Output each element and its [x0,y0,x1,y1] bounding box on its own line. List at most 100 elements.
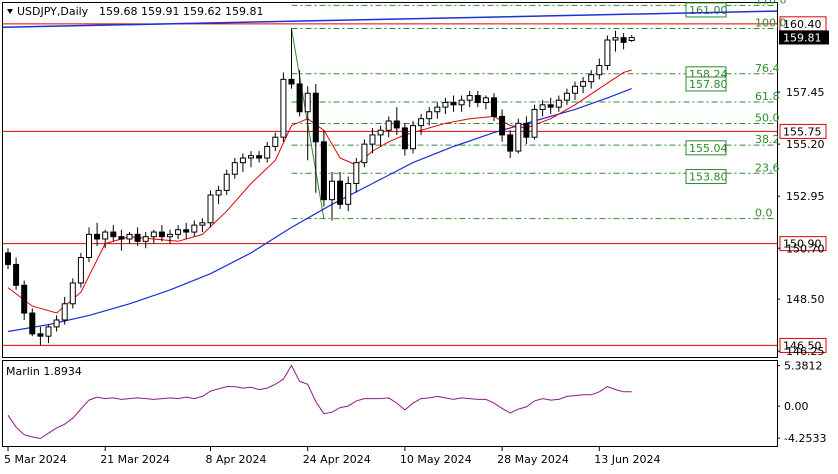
candle-body [353,162,360,184]
level-price-label: 160.40 [783,18,822,31]
fib-level-label: 50.0 [755,112,780,125]
candle-body [580,81,587,87]
price-tick-label: 157.45 [786,86,825,99]
fib-level-label: 23.6 [755,161,780,174]
candle [280,72,287,142]
candle-body [588,74,595,83]
candle [491,93,497,121]
candle-body [393,120,400,129]
fib-level-label: 100.0 [755,16,787,29]
candle [515,118,522,154]
candle-body [337,180,344,205]
price-tick-label: 150.70 [786,242,825,255]
fib-level-label: 61.8 [755,90,780,103]
candle-body [620,37,627,43]
candle-body [555,99,562,108]
candle-body [361,143,368,164]
candle-body [596,64,603,76]
candle-body [572,85,578,94]
price-tick-label: 152.95 [786,190,825,203]
time-tick-label: 13 Jun 2024 [594,453,660,466]
price-tick-label: 148.50 [786,293,825,306]
candle-body [86,233,92,259]
candle-body [474,95,481,103]
oscillator-title: Marlin 1.8934 [6,365,82,378]
candle-body [612,37,619,41]
candle-body [191,224,198,233]
candle-body [102,231,109,240]
time-axis: 5 Mar 2024 21 Mar 2024 8 Apr 2024 24 Apr 20… [4,447,660,466]
candle-body [491,97,497,117]
oscillator-tick-label: -4.2533 [784,432,826,445]
fib-price-label: 155.04 [689,142,728,155]
candle-body [482,97,489,103]
candle-body [304,92,311,113]
candle-body [13,263,20,286]
fib-level-label: 38.2 [755,133,780,146]
candle-body [45,326,52,337]
price-tick-label: 146.25 [786,345,825,358]
candle-body [369,134,376,145]
candle [531,104,538,140]
candle-body [223,173,230,191]
candle [77,252,84,288]
candle-body [150,231,157,238]
candle-body [385,120,392,131]
main-panel-frame [2,2,778,358]
time-tick-label: 10 May 2024 [400,453,472,466]
candle [69,278,76,309]
candle [604,35,611,71]
symbol-label: USDJPY,Daily [17,5,89,18]
candle-body [256,155,263,159]
candle-body [61,303,68,321]
candle-body [515,122,522,152]
time-tick-label: 8 Apr 2024 [206,453,267,466]
candle [361,139,368,168]
candle-body [199,222,206,226]
fib-price-label: 161.00 [689,4,728,17]
candle-body [94,233,101,240]
candle-body [345,182,352,205]
candle-body [604,39,611,66]
candle-body [377,129,384,136]
candle-body [37,333,44,337]
candle-body [5,252,11,265]
ohlc-label: 159.68 159.91 159.62 159.81 [99,5,263,18]
price-axis: 157.45 155.20 152.95 150.70 148.50 146.25 159.… [777,30,829,358]
candle-body [628,36,635,41]
candle-body [183,229,190,233]
candle-body [288,78,295,85]
time-tick-label: 5 Mar 2024 [4,453,67,466]
candle-body [21,284,28,314]
fib-level-label: 0.0 [755,207,773,220]
oscillator-panel-frame [2,360,778,447]
time-tick-label: 24 Apr 2024 [303,453,371,466]
candle-body [134,233,141,242]
candle-body [434,106,441,113]
candle [410,121,416,154]
candle-body [563,92,570,101]
candle-body [264,145,271,159]
candle-body [215,189,222,196]
chart-canvas: 160.40155.75150.90146.50 110.0100.076.46… [2,0,829,466]
oscillator-tick-label: 5.3812 [784,360,823,373]
price-tick-label: 155.20 [786,138,825,151]
candle-body [142,236,149,242]
time-tick-label: 28 May 2024 [497,453,569,466]
candle-body [110,231,117,238]
candle-body [272,136,279,147]
candle-body [531,108,538,138]
candle [29,308,36,337]
candle-body [158,231,165,238]
candle-body [450,101,457,106]
candle-body [207,194,214,224]
fib-level-label: 110.0 [755,0,787,6]
candle-body [118,236,125,240]
candle-body [410,125,416,150]
candle-body [466,95,473,101]
fib-level-label: 76.4 [755,62,780,75]
candle-body [499,115,506,136]
candle-body [442,101,449,108]
candle-body [69,282,76,305]
current-price-label: 159.81 [783,31,822,44]
